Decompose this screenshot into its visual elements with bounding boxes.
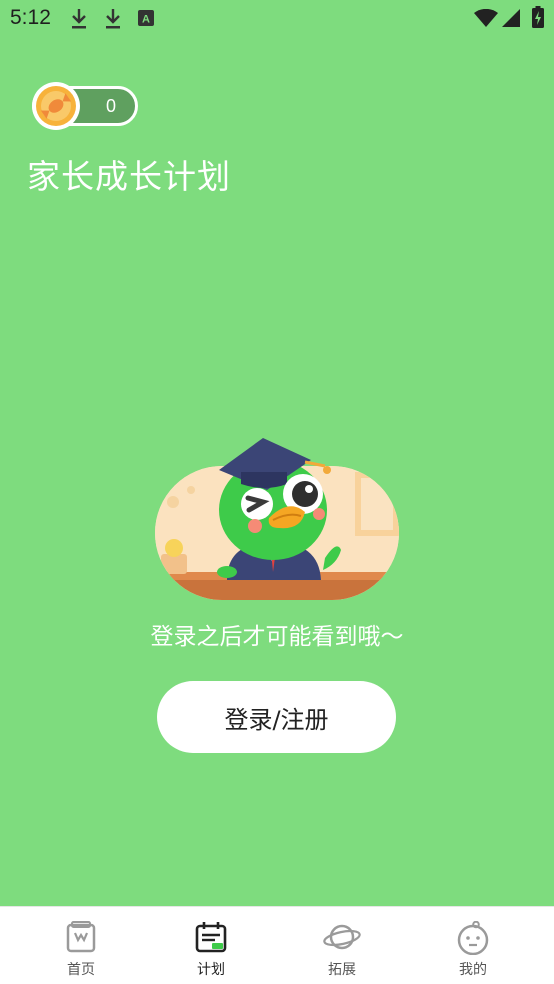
status-bar: 5:12 A [0,0,554,38]
coin-count: 0 [105,96,116,116]
download-icon [104,8,122,34]
font-icon: A [138,10,154,30]
download-icon [70,8,88,34]
nav-label-plan: 计划 [197,962,225,978]
status-time: 5:12 [10,6,51,29]
nav-label-profile: 我的 [459,962,487,978]
bottom-navigation: 首页 计划 拓展 我的 [0,906,554,984]
mascot-illustration [155,432,399,604]
profile-face-icon [457,921,489,955]
wifi-icon [474,8,498,31]
nav-item-explore[interactable]: 拓展 [273,907,411,984]
svg-text:A: A [142,14,150,26]
login-hint: 登录之后才可能看到哦～ [150,624,404,650]
nav-item-home[interactable]: 首页 [12,907,150,984]
login-register-button[interactable]: 登录/注册 [157,681,396,753]
nav-item-plan[interactable]: 计划 [142,907,280,984]
candy-coin-icon [30,80,82,136]
planet-icon [323,924,361,950]
page-title: 家长成长计划 [27,157,231,196]
home-book-icon [66,921,96,953]
nav-label-explore: 拓展 [328,962,356,978]
nav-item-profile[interactable]: 我的 [404,907,542,984]
signal-icon [502,9,520,31]
nav-label-home: 首页 [67,962,95,978]
battery-charging-icon [532,6,544,32]
plan-calendar-icon [195,922,227,953]
